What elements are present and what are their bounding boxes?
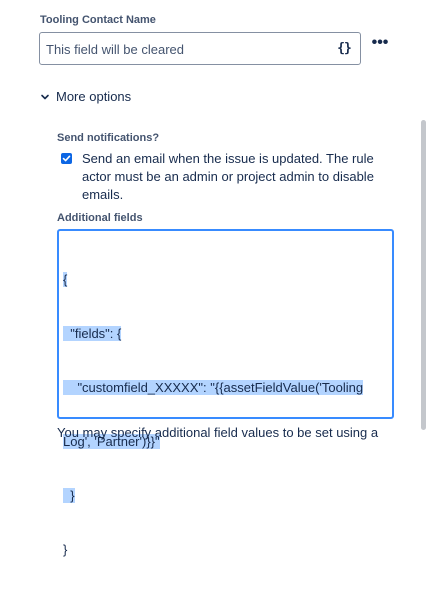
code-line: { xyxy=(63,272,68,287)
send-email-checkbox-label: Send an email when the issue is updated.… xyxy=(82,151,374,202)
smart-value-icon[interactable]: {} xyxy=(334,39,354,59)
additional-fields-textarea[interactable]: { "fields": { "customfield_XXXXX": "{{as… xyxy=(57,229,394,557)
field-value-input[interactable]: This field will be cleared {} xyxy=(39,32,361,65)
more-options-label: More options xyxy=(56,89,132,104)
field-value-text: This field will be cleared xyxy=(46,42,185,57)
code-line: } xyxy=(63,542,68,557)
additional-fields-code: { "fields": { "customfield_XXXXX": "{{as… xyxy=(63,235,383,595)
more-actions-icon[interactable]: ••• xyxy=(369,35,391,52)
send-email-checkbox[interactable] xyxy=(61,153,72,164)
chevron-down-icon xyxy=(41,94,49,99)
scrollbar[interactable] xyxy=(421,120,427,448)
send-notifications-label: Send notifications? xyxy=(57,132,160,144)
additional-fields-label: Additional fields xyxy=(57,212,143,224)
code-line: "fields": { xyxy=(63,326,122,341)
more-options-toggle[interactable]: More options xyxy=(40,89,131,104)
code-line: } xyxy=(63,488,75,503)
help-text: You may specify additional field values … xyxy=(57,425,379,440)
field-label: Tooling Contact Name xyxy=(40,14,156,26)
scrollbar-thumb[interactable] xyxy=(421,120,426,430)
code-line: "customfield_XXXXX": "{{assetFieldValue(… xyxy=(63,380,364,395)
check-icon xyxy=(62,155,71,162)
